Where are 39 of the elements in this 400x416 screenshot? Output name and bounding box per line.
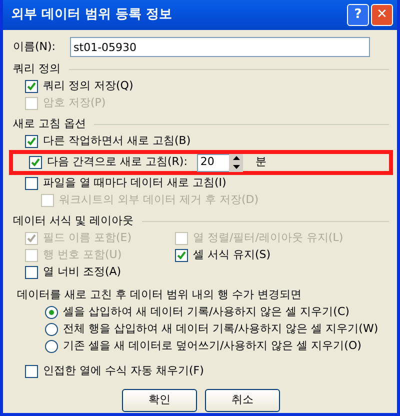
close-button[interactable]: ✕	[371, 4, 393, 26]
checkbox-label: 워크시트의 외부 데이터 제거 후 저장(D)	[59, 192, 259, 208]
unit-label: 분	[255, 154, 266, 170]
checkbox-label: 열 정렬/필터/레이아웃 유지(L)	[193, 230, 344, 246]
checkbox-label: 파일을 열 때마다 데이터 새로 고침(I)	[43, 175, 226, 192]
window-title: 외부 데이터 범위 등록 정보	[11, 6, 174, 24]
checkbox-label: 쿼리 정의 저장(Q)	[43, 78, 134, 94]
radio-label: 셀을 삽입하여 새 데이터 기록/사용하지 않은 셀 지우기(C)	[63, 304, 350, 320]
checkbox-label: 다음 간격으로 새로 고침(R):	[47, 154, 188, 170]
radio-label: 전체 행을 삽입하여 새 데이터 기록/사용하지 않은 셀 지우기(W)	[63, 321, 378, 338]
section-title: 데이터 서식 및 레이아웃	[13, 212, 134, 229]
checkbox[interactable]	[25, 135, 38, 148]
checkbox[interactable]	[25, 177, 38, 190]
section-title: 새로 고침 옵션	[13, 116, 86, 132]
spin-field[interactable]: 20	[197, 154, 230, 172]
spin-arrows-icon[interactable]	[229, 154, 244, 172]
section-title: 쿼리 정의	[13, 60, 60, 77]
checkbox-label: 셀 서식 유지(S)	[193, 247, 271, 264]
prompt-text: 데이터를 새로 고친 후 데이터 범위 내의 행 수가 변경되면	[16, 287, 302, 304]
checkbox[interactable]	[29, 156, 42, 169]
checkbox-label: 열 너비 조정(A)	[43, 264, 122, 280]
checkbox[interactable]	[25, 80, 38, 93]
help-button[interactable]: ?	[347, 4, 369, 26]
radio-button[interactable]	[45, 323, 58, 336]
dialog-button[interactable]: 취소	[205, 389, 280, 412]
dialog-button[interactable]: 확인	[122, 389, 197, 412]
radio-label: 기존 셀을 새 데이터로 덮어쓰기/사용하지 않은 셀 지우기(O)	[63, 338, 362, 354]
radio-button[interactable]	[45, 306, 58, 319]
radio-button[interactable]	[45, 340, 58, 353]
name-field[interactable]: st01-05930	[70, 37, 370, 57]
checkbox-label: 필드 이름 포함(E)	[43, 230, 132, 246]
checkbox-label: 인접한 열에 수식 자동 채우기(F)	[43, 363, 204, 380]
checkbox-label: 행 번호 포함(U)	[43, 247, 122, 264]
checkbox[interactable]	[25, 266, 38, 279]
checkbox-label: 암호 저장(P)	[43, 95, 106, 112]
checkbox[interactable]	[25, 365, 38, 378]
field-label: 이름(N):	[13, 38, 56, 55]
checkbox[interactable]	[175, 249, 188, 262]
checkbox-label: 다른 작업하면서 새로 고침(B)	[43, 133, 191, 150]
